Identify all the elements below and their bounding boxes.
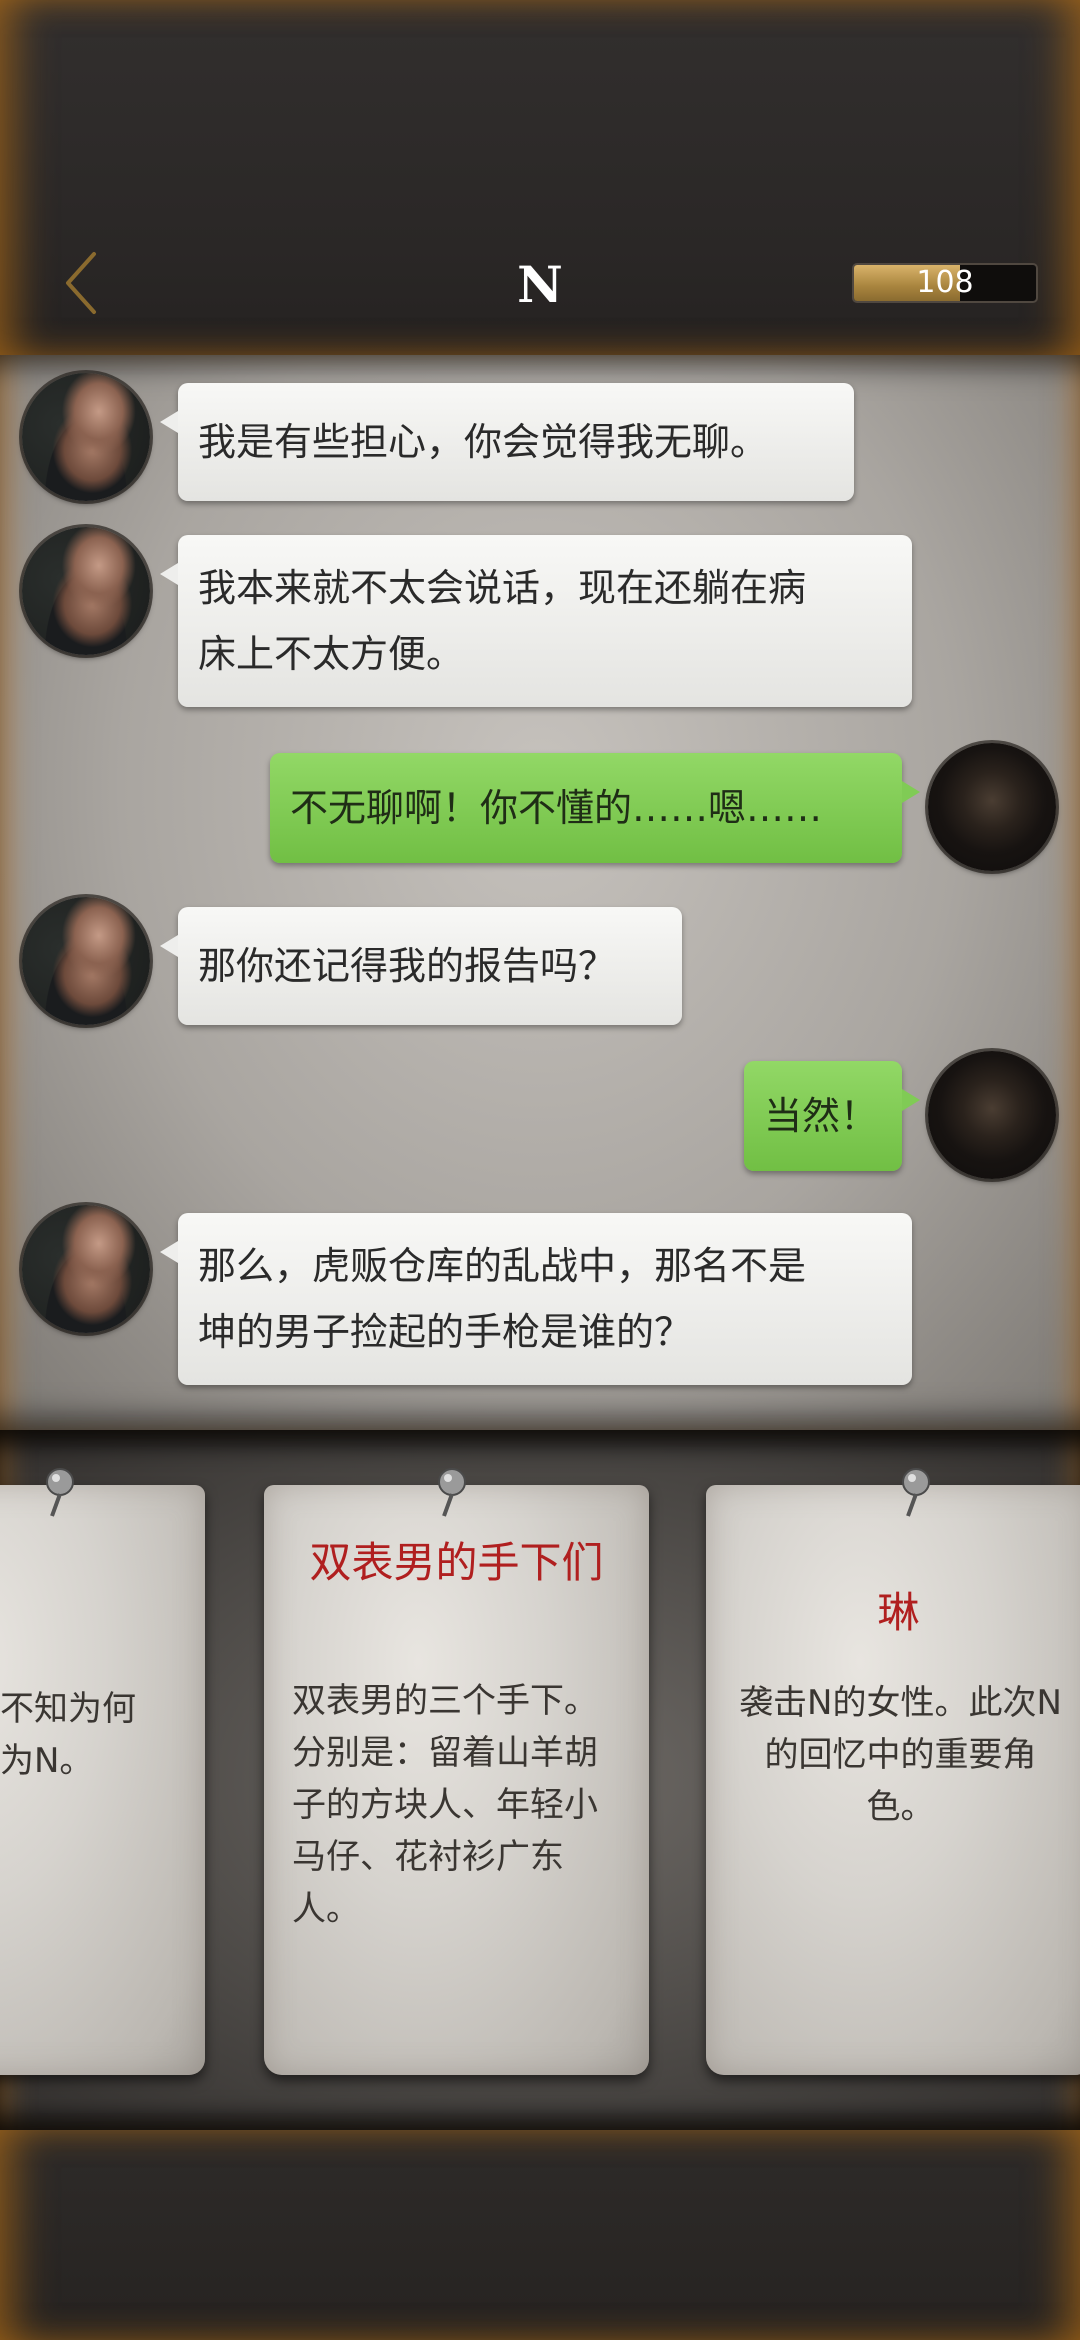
player-avatar (928, 1051, 1056, 1179)
clue-card-title: 双表男的手下们 (309, 1538, 604, 1587)
coin-counter: 108 (852, 263, 1038, 303)
clue-card-title: 琳 (877, 1588, 920, 1637)
npc-avatar (22, 373, 150, 501)
npc-avatar (22, 527, 150, 655)
clue-card-description: 袭击N的女性。此次N的回忆中的重要角色。 (739, 1683, 1062, 1827)
chat-bubble-player: 不无聊啊！你不懂的……嗯…… (270, 753, 920, 863)
pin-icon (438, 1468, 466, 1517)
chat-bubble-npc: 那么，虎贩仓库的乱战中，那名不是 坤的男子捡起的手枪是谁的？ (160, 1213, 912, 1385)
chat-bubble-npc: 那你还记得我的报告吗？ (160, 907, 682, 1025)
clue-card-title: 南方 (0, 1585, 205, 1641)
game-screen: N 108 我是有些担心，你会觉得我无聊。 我本来就不太会说话，现在还躺在病 床… (0, 0, 1080, 2340)
clue-card[interactable]: 琳 袭击N的女性。此次N的回忆中的重要角色。 (706, 1485, 1080, 2075)
clue-card[interactable]: 南方 不知为何 为N。 (0, 1485, 205, 2075)
clue-card-description: 双表男的三个手下。分别是：留着山羊胡子的方块人、年轻小马仔、花衬衫广东人。 (292, 1681, 598, 1929)
npc-avatar (22, 1205, 150, 1333)
header-bar: N 108 (0, 0, 1080, 355)
chat-area[interactable]: 我是有些担心，你会觉得我无聊。 我本来就不太会说话，现在还躺在病 床上不太方便。… (0, 355, 1080, 1430)
clue-card[interactable]: 双表男的手下们 双表男的三个手下。分别是：留着山羊胡子的方块人、年轻小马仔、花衬… (264, 1485, 649, 2075)
chat-bubble-player: 当然！ (744, 1061, 920, 1171)
bottom-bar (0, 2130, 1080, 2340)
player-avatar (928, 743, 1056, 871)
pin-icon (902, 1468, 930, 1517)
chat-bubble-npc: 我是有些担心，你会觉得我无聊。 (160, 383, 854, 501)
npc-avatar (22, 897, 150, 1025)
chat-bubble-npc: 我本来就不太会说话，现在还躺在病 床上不太方便。 (160, 535, 912, 707)
pin-icon (46, 1468, 74, 1517)
clue-card-description: 不知为何 为N。 (0, 1689, 136, 1781)
coin-count: 108 (916, 265, 974, 300)
